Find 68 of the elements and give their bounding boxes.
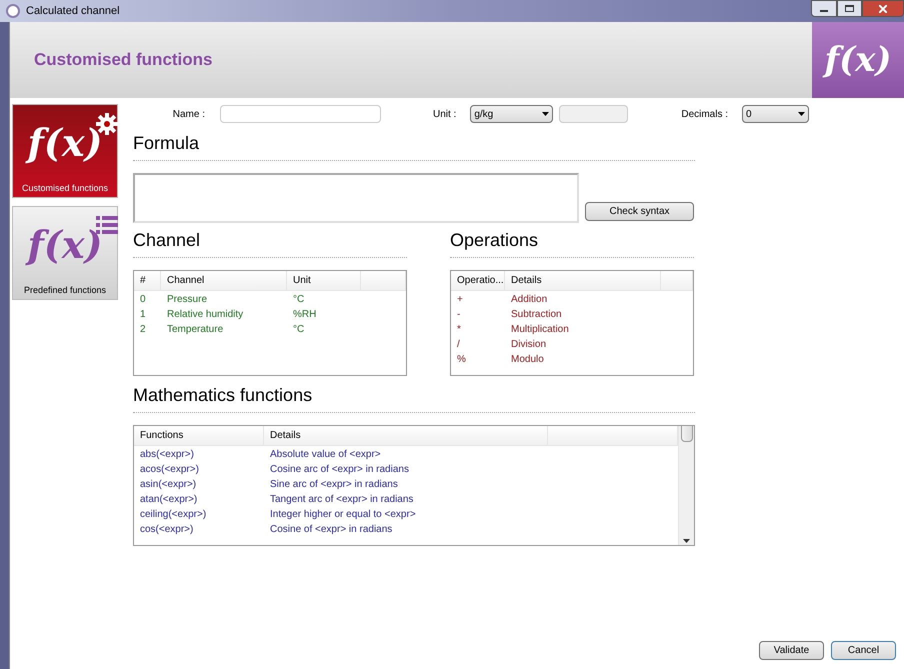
table-cell-text: Integer higher or equal to <expr> [269,508,417,522]
table-cell-text: atan(<expr>) [139,493,198,507]
table-cell-text: Division [510,338,548,352]
table-cell-text: cos(<expr>) [139,523,194,537]
dropdown-arrow-icon [542,112,550,116]
decimals-label: Decimals : [681,108,728,122]
table-cell-text: Subtraction [510,308,563,322]
app-icon [6,4,20,18]
name-label: Name : [172,108,205,122]
fx-logo: f(x) [28,226,102,264]
sidebar-tile[interactable]: f(x) Customised functions [12,104,118,198]
column-header[interactable]: Operatio... [451,271,505,290]
table-cell-text: Tangent arc of <expr> in radians [269,493,414,507]
formula-field[interactable] [133,173,579,223]
table-cell-text: Multiplication [510,323,570,337]
table-cell-text: - [456,308,462,322]
table-cell-text: Relative humidity [166,308,244,322]
section-heading: Operations [450,231,540,249]
dropdown-arrow-icon [798,112,806,116]
dialog-button[interactable]: Cancel [831,641,896,660]
dropdown[interactable]: 0 [742,105,810,123]
table-cell-text: 1 [139,308,147,322]
window-title: Calculated channel [26,4,120,19]
fx-logo: f(x) [28,124,102,162]
dropdown[interactable]: g/kg [470,105,554,123]
table-cell-text: abs(<expr>) [139,448,195,462]
header-title: Customised functions [34,49,214,72]
table-cell-text: %RH [292,308,318,322]
column-header[interactable]: # [134,271,161,290]
table-cell-text: asin(<expr>) [139,478,198,492]
column-header[interactable]: Details [505,271,661,290]
table-cell-text: 0 [139,293,147,307]
section-heading: Mathematics functions [133,386,314,404]
column-header[interactable]: Channel [161,271,287,290]
table-cell-text: * [456,323,462,337]
maximize-button[interactable] [837,0,862,17]
dialog-button[interactable]: Validate [759,641,824,660]
close-icon [879,4,887,12]
table-cell-text: Cosine of <expr> in radians [269,523,394,537]
table-cell-text: Cosine arc of <expr> in radians [269,463,410,477]
section-heading: Channel [133,231,202,249]
scroll-down-icon[interactable] [683,539,690,543]
table-cell-text: Sine arc of <expr> in radians [269,478,399,492]
scrollbar[interactable] [678,426,694,545]
column-header[interactable]: Details [264,426,548,445]
fx-logo: f(x) [824,43,892,77]
table-cell-text: / [456,338,461,352]
table-cell-text: Addition [510,293,548,307]
unit-label: Unit : [433,108,456,122]
name-field[interactable] [220,105,381,123]
section-heading: Formula [133,134,200,152]
table-cell-text: Modulo [510,353,545,367]
table-cell-text: Absolute value of <expr> [269,448,382,462]
close-button[interactable] [862,0,904,17]
table-cell-text: acos(<expr>) [139,463,200,477]
table-cell-text: ceiling(<expr>) [139,508,208,522]
table-cell-text: % [456,353,467,367]
table-cell-text: Pressure [166,293,208,307]
table-cell-text: °C [292,293,306,307]
column-header[interactable]: Functions [134,426,264,445]
table-cell-text: Temperature [166,323,224,337]
column-header[interactable]: Unit [287,271,361,290]
table-cell-text: + [456,293,464,307]
sidebar-tile[interactable]: f(x) Predefined functions [12,206,118,300]
minimize-button[interactable] [811,0,837,17]
table-cell-text: °C [292,323,306,337]
check-syntax-button[interactable]: Check syntax [585,202,694,221]
table-cell-text: 2 [139,323,147,337]
